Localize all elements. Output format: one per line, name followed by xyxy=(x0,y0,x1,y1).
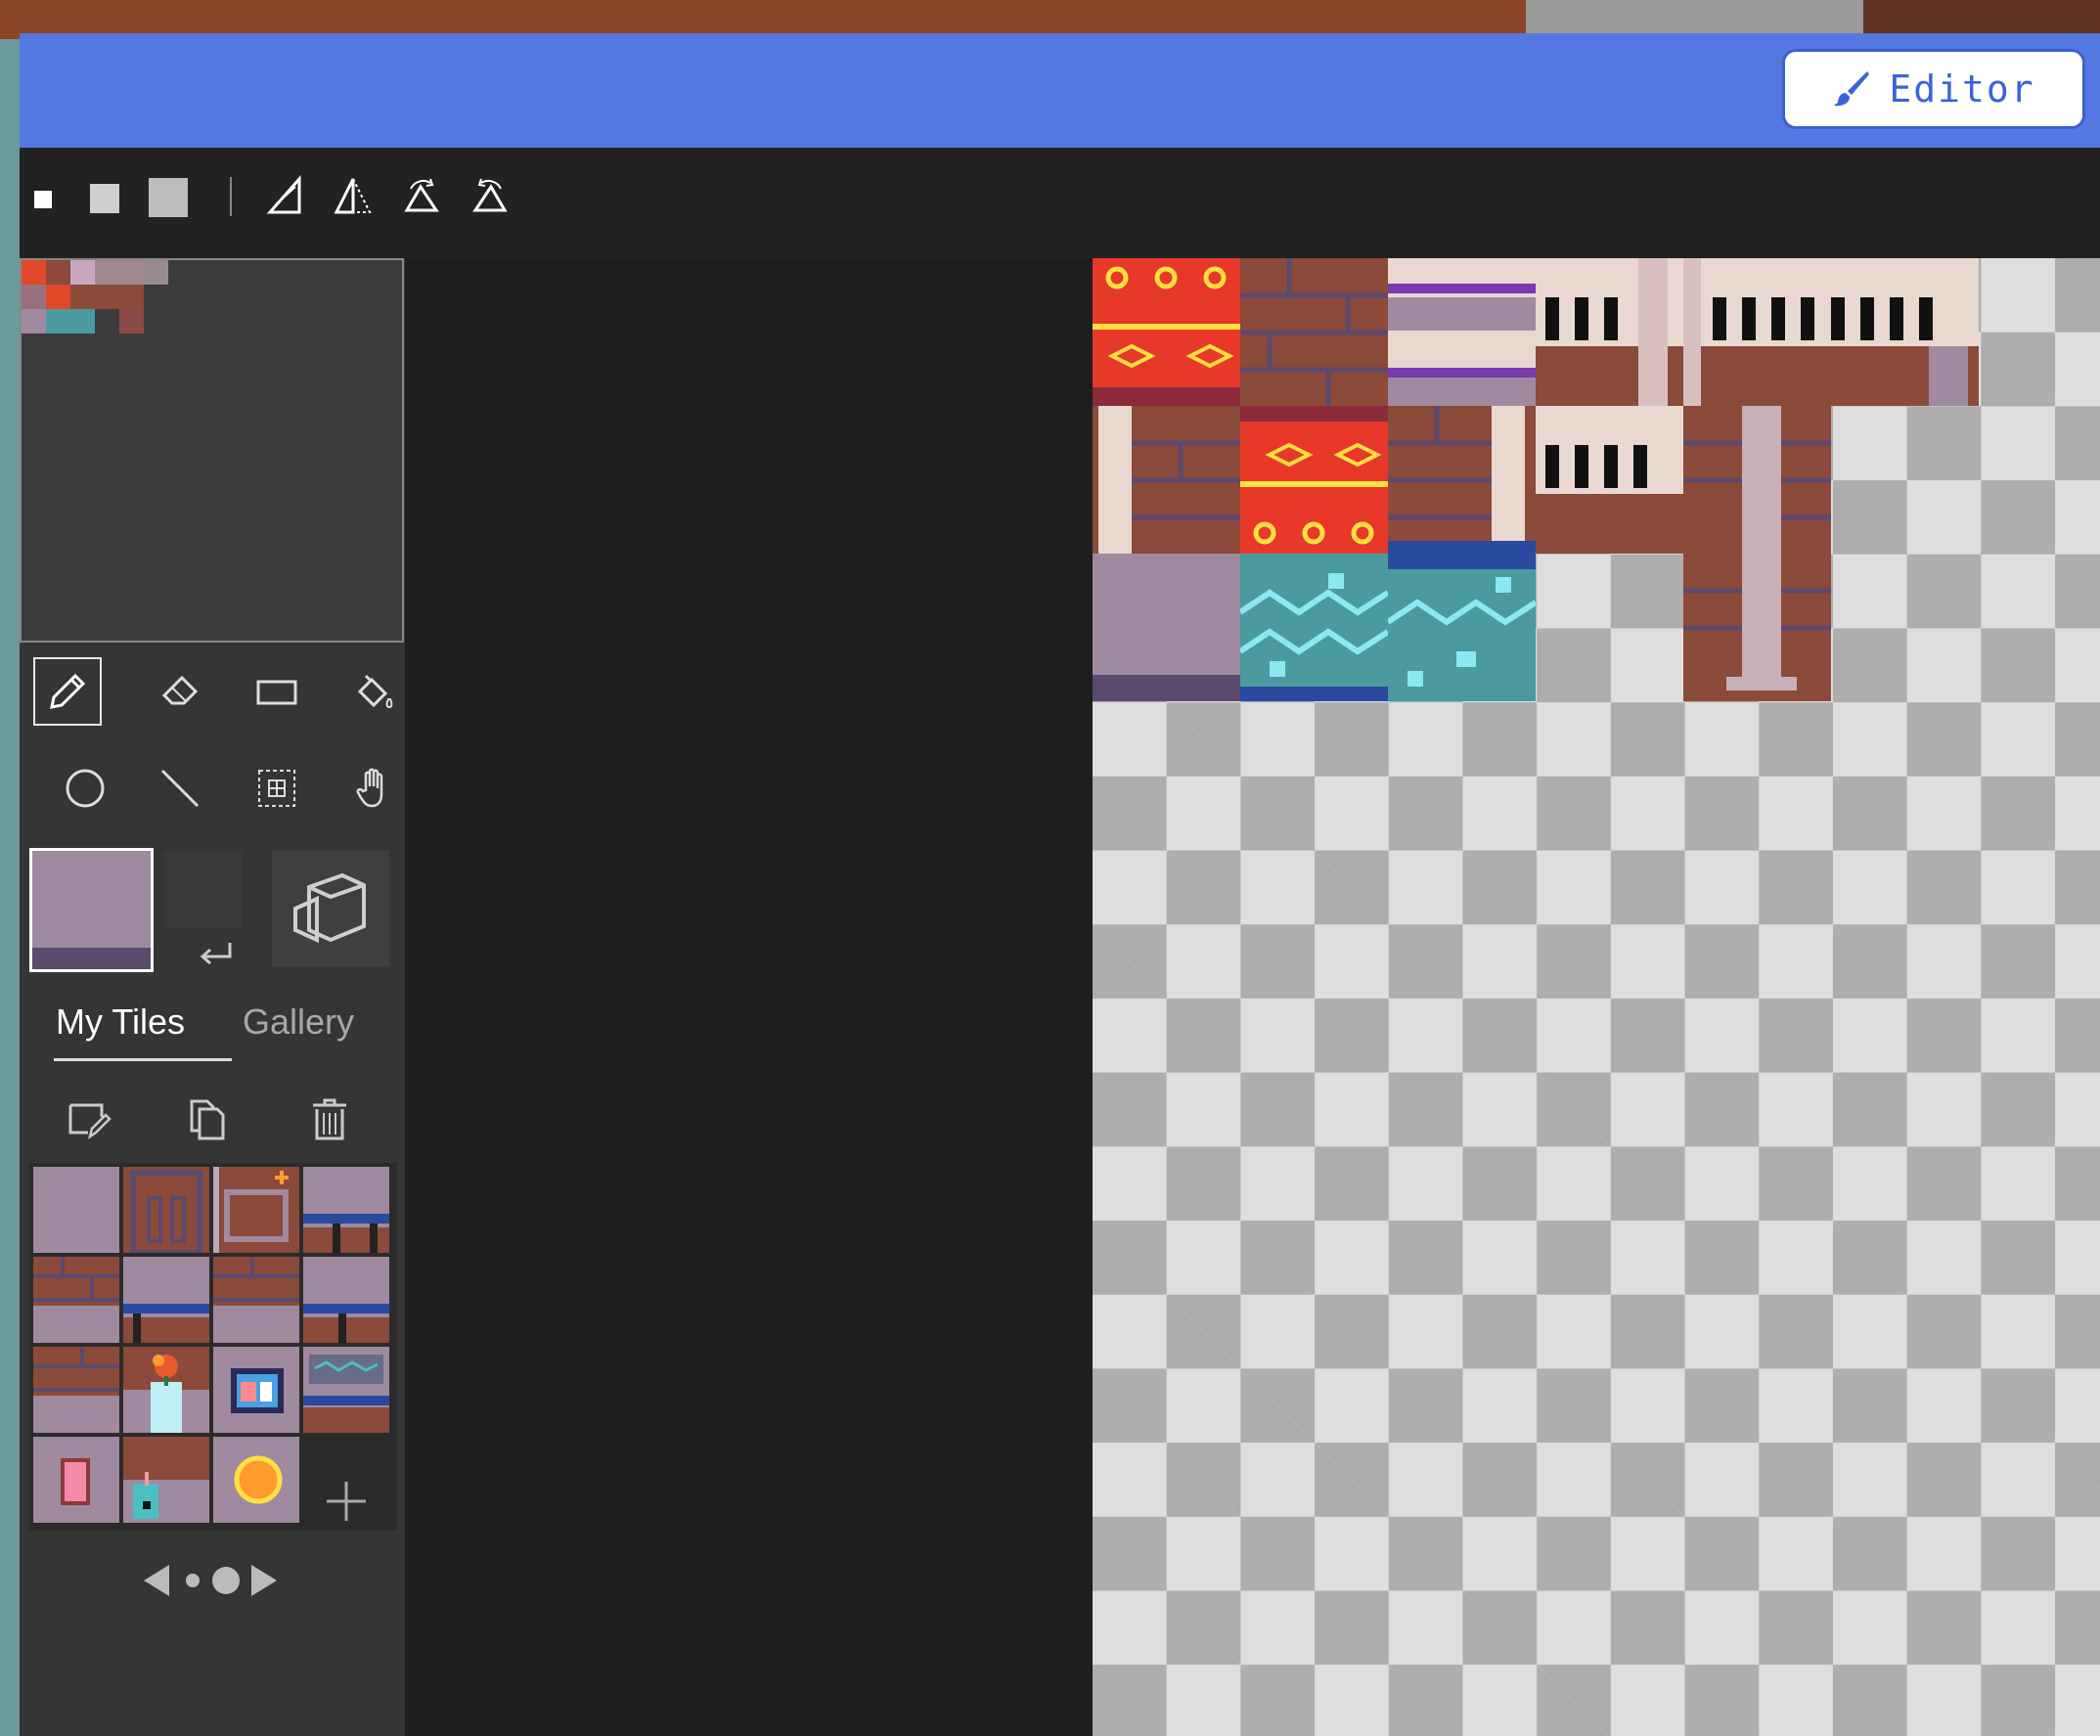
fill-tool[interactable] xyxy=(341,659,406,724)
canvas-tile-column-base xyxy=(1683,554,1831,701)
line-tool[interactable] xyxy=(148,756,212,821)
background-scene-left xyxy=(0,39,20,1736)
delete-tile-icon[interactable] xyxy=(311,1097,348,1142)
tab-my-tiles[interactable]: My Tiles xyxy=(56,1002,185,1043)
eraser-tool[interactable] xyxy=(148,659,212,724)
eraser-icon xyxy=(161,675,199,705)
tile-grid xyxy=(29,1163,397,1531)
rectangle-icon xyxy=(256,680,297,705)
canvas-tile-water-2 xyxy=(1388,554,1536,701)
tile-gold-coin[interactable] xyxy=(213,1437,299,1523)
prev-page-icon[interactable] xyxy=(144,1565,169,1596)
rotate-clockwise-icon[interactable] xyxy=(401,175,442,216)
page-dot-1[interactable] xyxy=(186,1574,200,1587)
pan-icon xyxy=(356,768,383,808)
sidebar: My Tiles Gallery xyxy=(20,258,405,1736)
tile-editor-window: Editor My Tiles Gallery xyxy=(20,33,2100,1736)
minimap[interactable] xyxy=(20,258,404,643)
tile-tabs: My Tiles Gallery xyxy=(36,1002,388,1061)
editor-header: Editor xyxy=(20,33,2100,148)
canvas-tile-railing-4 xyxy=(1536,406,1683,554)
tile-wall-ledge[interactable] xyxy=(123,1257,209,1343)
flip-vertical-icon[interactable] xyxy=(333,175,374,216)
flip-horizontal-icon[interactable] xyxy=(266,175,307,216)
canvas-tile-column xyxy=(1683,406,1831,554)
tile-window-frame[interactable] xyxy=(213,1167,299,1253)
rotate-counterclockwise-icon[interactable] xyxy=(469,175,511,216)
active-tab-indicator xyxy=(54,1058,232,1061)
pencil-icon xyxy=(50,673,86,709)
duplicate-tile-icon[interactable] xyxy=(188,1097,227,1142)
canvas-tile-railing xyxy=(1536,258,1683,406)
page-dot-2[interactable] xyxy=(212,1567,240,1594)
editor-button[interactable]: Editor xyxy=(1782,49,2085,129)
tile-wall-shelf[interactable] xyxy=(303,1167,389,1253)
tile-picture-frame[interactable] xyxy=(213,1347,299,1433)
next-page-icon[interactable] xyxy=(251,1565,277,1596)
canvas-tile-railing-3 xyxy=(1831,258,1979,406)
fill-icon xyxy=(357,674,393,709)
circle-tool[interactable] xyxy=(53,756,117,821)
brush-size-medium-icon[interactable] xyxy=(90,184,119,213)
toolbar-divider xyxy=(230,177,232,216)
swap-colors-icon[interactable] xyxy=(199,941,234,968)
tile-wall-sign[interactable] xyxy=(303,1347,389,1433)
rectangle-tool[interactable] xyxy=(245,659,309,724)
pencil-tool[interactable] xyxy=(33,657,102,726)
canvas-tile-pillar-brick xyxy=(1093,406,1240,554)
tile-drink-cup[interactable] xyxy=(123,1437,209,1523)
tile-plain-wall[interactable] xyxy=(33,1167,119,1253)
tile-pager xyxy=(144,1565,277,1596)
tab-gallery[interactable]: Gallery xyxy=(243,1002,354,1043)
canvas-tile-brick-pillar xyxy=(1388,406,1536,554)
tile-pink-gem[interactable] xyxy=(33,1437,119,1523)
tile-flower-vase[interactable] xyxy=(123,1347,209,1433)
canvas-tile-stripes xyxy=(1388,258,1536,406)
cube-icon xyxy=(293,872,366,944)
tile-properties-button[interactable] xyxy=(272,851,389,966)
tile-canvas[interactable] xyxy=(1093,258,2100,1736)
marquee-tool[interactable] xyxy=(245,756,309,821)
primary-color-band xyxy=(32,948,151,969)
line-icon xyxy=(160,769,200,808)
secondary-color-swatch[interactable] xyxy=(164,851,242,928)
brush-size-large-icon[interactable] xyxy=(149,178,188,217)
primary-color-swatch[interactable] xyxy=(29,848,154,972)
canvas-tile-red-carpet xyxy=(1093,258,1240,406)
tile-brick-trim[interactable] xyxy=(213,1257,299,1343)
brush-size-small-icon[interactable] xyxy=(34,191,52,208)
editor-button-label: Editor xyxy=(1889,67,2035,111)
minimap-preview xyxy=(22,260,168,334)
canvas-tile-brick xyxy=(1240,258,1388,406)
tile-wall-shelf-2[interactable] xyxy=(303,1257,389,1343)
plus-icon xyxy=(327,1482,366,1521)
tile-brick-wall[interactable] xyxy=(33,1257,119,1343)
canvas-tile-red-carpet-2 xyxy=(1240,406,1388,554)
marquee-icon xyxy=(258,770,295,807)
edit-tile-icon[interactable] xyxy=(67,1099,112,1140)
canvas-tile-railing-2 xyxy=(1683,258,1831,406)
tile-brick-base[interactable] xyxy=(33,1347,119,1433)
circle-icon xyxy=(66,769,105,808)
add-tile-button[interactable] xyxy=(303,1437,389,1523)
canvas-tile-wall-base xyxy=(1093,554,1240,701)
editor-toolbar xyxy=(20,148,2100,258)
paintbrush-icon xyxy=(1834,71,1870,107)
tile-door[interactable] xyxy=(123,1167,209,1253)
pan-tool[interactable] xyxy=(341,756,406,821)
canvas-tile-water xyxy=(1240,554,1388,701)
